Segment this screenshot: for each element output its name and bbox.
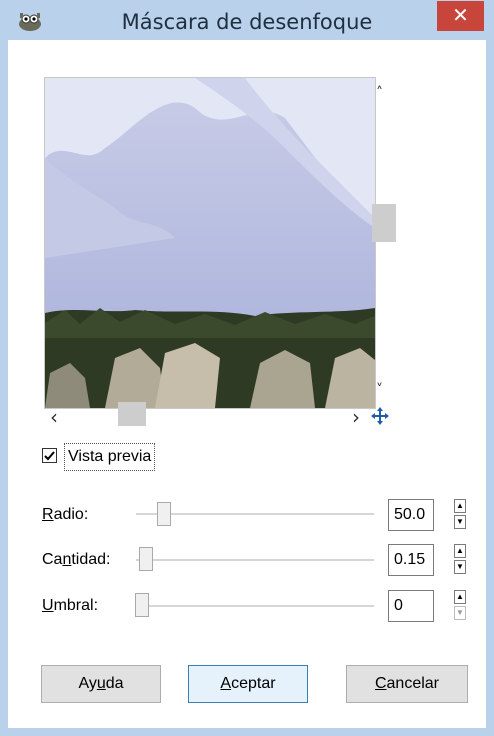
spin-down-icon[interactable]: ▼	[454, 560, 466, 574]
radius-value-field[interactable]: 50.0	[388, 499, 434, 531]
preview-checkbox[interactable]	[42, 448, 57, 463]
amount-value-field[interactable]: 0.15	[388, 544, 434, 576]
threshold-slider-thumb[interactable]	[135, 593, 149, 617]
title-bar[interactable]: Máscara de desenfoque ✕	[0, 0, 494, 40]
scroll-down-arrow[interactable]: ˅	[376, 382, 383, 398]
threshold-slider-track[interactable]	[136, 605, 374, 607]
cancel-button[interactable]: Cancelar	[346, 665, 468, 703]
move-arrows-icon[interactable]	[370, 406, 390, 426]
threshold-value-field[interactable]: 0	[388, 590, 434, 622]
preview-landscape	[45, 78, 375, 408]
spin-up-icon[interactable]: ▲	[454, 590, 466, 604]
amount-slider-track[interactable]	[136, 559, 374, 561]
scroll-right-arrow[interactable]: ›	[352, 405, 360, 429]
ok-button[interactable]: Aceptar	[188, 665, 308, 703]
threshold-spin-buttons[interactable]: ▲ ▼	[454, 590, 466, 620]
spin-up-icon[interactable]: ▲	[454, 544, 466, 558]
preview-image[interactable]	[44, 77, 376, 409]
scroll-up-arrow[interactable]: ˄	[376, 85, 383, 101]
threshold-label: Umbral:	[42, 597, 99, 614]
horizontal-scroll-thumb[interactable]	[118, 402, 146, 426]
amount-label: Cantidad:	[42, 551, 111, 568]
amount-spin-buttons[interactable]: ▲ ▼	[454, 544, 466, 574]
checkmark-icon	[44, 451, 55, 461]
vertical-scroll-thumb[interactable]	[372, 204, 396, 242]
amount-slider-thumb[interactable]	[139, 547, 153, 571]
radius-slider-thumb[interactable]	[157, 502, 171, 526]
dialog-client-area: ˄ ˅ ‹ › Vista previa Radio: 50.0 ▲ ▼ Can…	[8, 40, 486, 728]
scroll-left-arrow[interactable]: ‹	[50, 405, 58, 429]
close-icon: ✕	[452, 3, 469, 27]
radius-label: Radio:	[42, 506, 89, 523]
radius-spin-buttons[interactable]: ▲ ▼	[454, 499, 466, 529]
dialog-window: Máscara de desenfoque ✕ ˄ ˅ ‹ › Vista pr…	[0, 0, 494, 736]
spin-down-icon[interactable]: ▼	[454, 606, 466, 620]
close-button[interactable]: ✕	[437, 1, 484, 31]
radius-slider-track[interactable]	[136, 513, 374, 515]
spin-up-icon[interactable]: ▲	[454, 499, 466, 513]
spin-down-icon[interactable]: ▼	[454, 515, 466, 529]
help-button[interactable]: Ayuda	[41, 665, 161, 703]
preview-vertical-scrollbar[interactable]	[372, 77, 400, 407]
window-title: Máscara de desenfoque	[121, 10, 373, 34]
preview-checkbox-label[interactable]: Vista previa	[64, 443, 156, 471]
